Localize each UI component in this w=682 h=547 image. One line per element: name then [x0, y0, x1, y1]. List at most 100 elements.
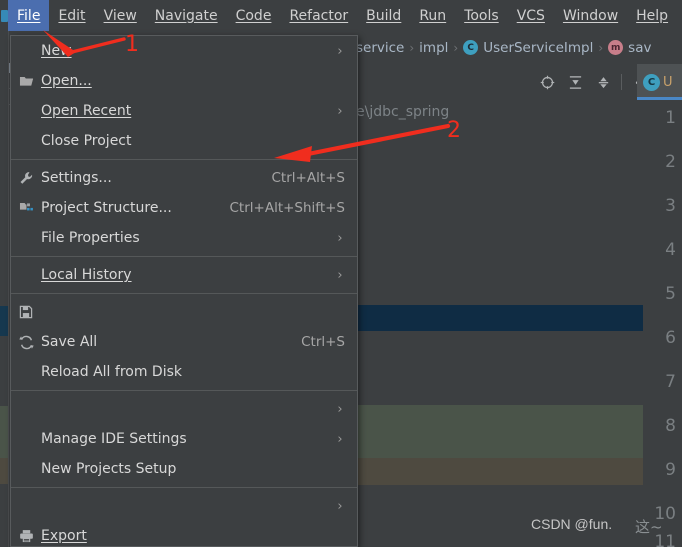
chevron-right-icon: ›: [337, 431, 343, 447]
menu-separator: [11, 256, 357, 257]
watermark-cjk: 这~: [635, 518, 663, 536]
breadcrumb-part-class[interactable]: UserServiceImpl: [483, 40, 593, 56]
chevron-right-icon: ›: [337, 230, 343, 246]
menu-item-save-file-as-template-label: New Projects Setup: [41, 461, 177, 477]
menu-item-save-file-as-template[interactable]: New Projects Setup: [11, 454, 357, 484]
menubar-label-refactor: Refactor: [289, 7, 349, 24]
menu-item-print[interactable]: Export: [11, 521, 357, 546]
menubar-label-help: Help: [636, 7, 669, 24]
menu-separator: [11, 293, 357, 294]
menu-item-open-recent[interactable]: Open Recent ›: [11, 96, 357, 126]
menu-item-new[interactable]: New ›: [11, 36, 357, 66]
menu-item-reload-all-shortcut: Ctrl+S: [301, 334, 345, 350]
menubar-item-refactor[interactable]: Refactor: [280, 0, 357, 31]
menu-item-print-label: Export: [41, 528, 87, 544]
menu-item-local-history[interactable]: Local History ›: [11, 260, 357, 290]
menubar-item-edit[interactable]: Edit: [49, 0, 94, 31]
menubar-item-view[interactable]: View: [95, 0, 146, 31]
gutter-line-number: 9: [665, 460, 676, 480]
menubar-item-window[interactable]: Window: [554, 0, 627, 31]
menu-item-invalidate-caches-label: Reload All from Disk: [41, 364, 182, 380]
menubar-item-file[interactable]: File: [8, 0, 50, 31]
expand-all-icon[interactable]: [561, 68, 589, 96]
menu-item-open-recent-label: Open Recent: [41, 103, 132, 119]
menu-item-reload-all-from-disk[interactable]: Save All Ctrl+S: [11, 327, 357, 357]
gutter-line-number: 3: [665, 196, 676, 216]
menu-item-manage-ide-settings[interactable]: ›: [11, 394, 357, 424]
no-icon: [11, 491, 41, 521]
menubar-label-view: View: [103, 7, 137, 24]
menubar-item-vcs[interactable]: VCS: [508, 0, 554, 31]
chevron-right-icon: ›: [337, 267, 343, 283]
locate-icon[interactable]: [533, 68, 561, 96]
menubar-item-code[interactable]: Code: [227, 0, 281, 31]
tab-structure[interactable]: C U: [637, 64, 682, 100]
menu-item-close-project[interactable]: Close Project: [11, 126, 357, 156]
menu-item-file-properties-label: File Properties: [41, 230, 140, 246]
menu-item-project-structure-shortcut: Ctrl+Alt+Shift+S: [229, 200, 346, 216]
breadcrumb-separator-icon: ›: [409, 40, 415, 55]
no-icon: [11, 424, 41, 454]
gutter-line-number: 2: [665, 152, 676, 172]
editor-toolbar: [356, 64, 682, 100]
editor-highlight-brown: [358, 458, 643, 485]
class-icon: C: [643, 73, 660, 91]
left-strip-divider: [8, 31, 9, 547]
chevron-right-icon: ›: [337, 401, 343, 417]
folder-open-icon: [11, 66, 41, 96]
menubar-item-build[interactable]: Build: [357, 0, 410, 31]
watermark-text: CSDN @fun.: [531, 516, 613, 532]
menu-item-save-all[interactable]: [11, 297, 357, 327]
menubar-item-tools[interactable]: Tools: [455, 0, 508, 31]
menu-bar: File Edit View Navigate Code Refactor Bu…: [0, 0, 682, 31]
collapse-all-icon[interactable]: [589, 68, 617, 96]
menubar-label-vcs: VCS: [516, 7, 545, 24]
menu-item-close-project-label: Close Project: [41, 133, 132, 149]
menu-item-local-history-label: Local History: [41, 267, 132, 283]
breadcrumb-part-method[interactable]: sav: [628, 40, 651, 56]
menu-separator: [11, 159, 357, 160]
menu-item-invalidate-caches[interactable]: Reload All from Disk: [11, 357, 357, 387]
file-menu-dropdown: New › Open... Open Recent › Close Projec…: [10, 35, 358, 547]
editor-highlight-green: [358, 405, 643, 458]
editor-highlight-blue: [358, 305, 643, 331]
breadcrumb-part-impl[interactable]: impl: [419, 40, 448, 56]
editor-gutter: 1 2 3 4 5 6 7 8 9 10 11: [643, 100, 682, 547]
breadcrumb-separator-icon: ›: [598, 40, 604, 55]
menu-separator: [11, 487, 357, 488]
menu-item-new-projects-setup[interactable]: Manage IDE Settings ›: [11, 424, 357, 454]
editor-path-text: e\jdbc_spring: [356, 104, 450, 120]
no-icon: [11, 260, 41, 290]
toolbar-divider: [621, 74, 622, 90]
menubar-label-window: Window: [562, 7, 619, 24]
no-icon: [11, 223, 41, 253]
project-structure-icon: [11, 193, 41, 223]
menubar-item-navigate[interactable]: Navigate: [146, 0, 227, 31]
gutter-line-number: 4: [665, 240, 676, 260]
menubar-label-build: Build: [366, 7, 402, 24]
breadcrumb[interactable]: service › impl › C UserServiceImpl › m s…: [356, 31, 682, 64]
menu-item-project-structure-label: Project Structure...: [41, 200, 172, 216]
menu-item-settings[interactable]: Settings... Ctrl+Alt+S: [11, 163, 357, 193]
menubar-label-file: File: [17, 7, 41, 24]
menu-item-project-structure[interactable]: Project Structure... Ctrl+Alt+Shift+S: [11, 193, 357, 223]
menu-item-reload-all-label: Save All: [41, 334, 98, 350]
method-icon: m: [608, 40, 624, 55]
chevron-right-icon: ›: [337, 43, 343, 59]
no-icon: [11, 126, 41, 156]
gutter-line-number: 1: [665, 108, 676, 128]
tab-structure-label: U: [663, 74, 673, 90]
breadcrumb-separator-icon: ›: [453, 40, 459, 55]
menubar-label-edit: Edit: [58, 7, 86, 24]
menu-item-file-properties[interactable]: File Properties ›: [11, 223, 357, 253]
gutter-line-number: 8: [665, 416, 676, 436]
no-icon: [11, 357, 41, 387]
breadcrumb-part-service[interactable]: service: [356, 40, 404, 56]
menubar-label-run: Run: [419, 7, 447, 24]
no-icon: [11, 96, 41, 126]
menu-item-open[interactable]: Open...: [11, 66, 357, 96]
chevron-right-icon: ›: [337, 103, 343, 119]
menubar-item-help[interactable]: Help: [627, 0, 677, 31]
menu-item-export[interactable]: ›: [11, 491, 357, 521]
menubar-item-run[interactable]: Run: [410, 0, 455, 31]
